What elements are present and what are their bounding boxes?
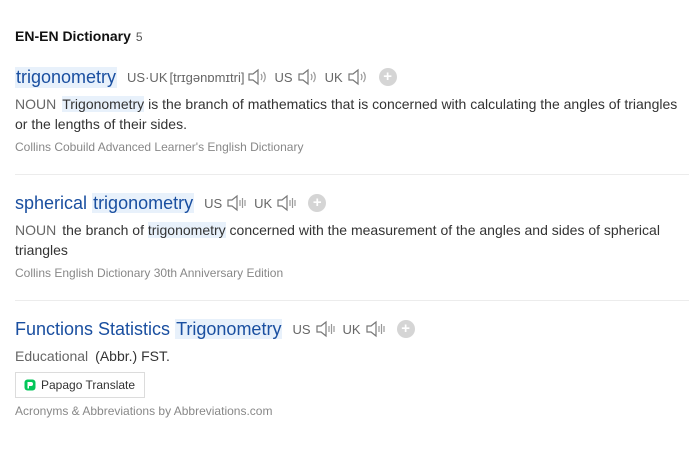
source-label: Collins Cobuild Advanced Learner's Engli… <box>15 140 304 154</box>
headword-highlight: Trigonometry <box>175 318 283 339</box>
definition: NOUN the branch of trigonometry concerned… <box>15 220 687 260</box>
pron-uk-label: UK <box>254 195 273 211</box>
part-of-speech: NOUN <box>15 222 57 238</box>
speaker-icon[interactable] <box>347 68 369 86</box>
entry-head: Functions Statistics Trigonometry US UK … <box>15 317 689 341</box>
speaker-icon[interactable] <box>365 320 387 338</box>
divider <box>15 300 689 301</box>
headword-prefix: Functions Statistics <box>15 318 171 339</box>
papago-translate-label: Papago Translate <box>41 378 136 392</box>
pron-uk-label: UK <box>342 321 361 337</box>
pronunciation: US UK + <box>292 320 415 338</box>
category-row: Educational (Abbr.) FST. <box>15 348 689 364</box>
speaker-icon[interactable] <box>226 194 248 212</box>
entry-functions-statistics-trigonometry: Functions Statistics Trigonometry US UK … <box>15 317 689 418</box>
source-label: Acronyms & Abbreviations by Abbreviation… <box>15 404 273 418</box>
category-label: Educational <box>15 348 89 364</box>
headword-link[interactable]: spherical trigonometry <box>15 192 195 214</box>
pron-us-uk-label: US·UK <box>127 69 168 85</box>
part-of-speech: NOUN <box>15 96 57 112</box>
pron-uk-label: UK <box>324 69 343 85</box>
pron-us-label: US <box>292 321 311 337</box>
pron-ipa: [trɪɡənɒmɪtri] <box>169 69 245 85</box>
plus-icon[interactable]: + <box>378 68 397 86</box>
entry-head: trigonometry US·UK [trɪɡənɒmɪtri] US UK … <box>15 65 689 89</box>
definition-highlight: trigonometry <box>147 222 226 238</box>
abbreviation-text: (Abbr.) FST. <box>95 348 170 364</box>
pron-us-label: US <box>204 195 223 211</box>
divider <box>15 174 689 175</box>
definition: NOUN Trigonometry is the branch of mathem… <box>15 94 687 134</box>
pron-us-label: US <box>274 69 293 85</box>
section-title: EN-EN Dictionary <box>15 28 131 44</box>
plus-icon[interactable]: + <box>308 194 327 212</box>
headword-link[interactable]: trigonometry <box>15 66 118 88</box>
entry-spherical-trigonometry: spherical trigonometry US UK + NOUN the b… <box>15 191 689 280</box>
section-header: EN-EN Dictionary 5 <box>15 28 143 44</box>
speaker-icon[interactable] <box>247 68 269 86</box>
speaker-icon[interactable] <box>276 194 298 212</box>
papago-icon <box>24 379 36 391</box>
plus-icon[interactable]: + <box>396 320 415 338</box>
headword-highlight: trigonometry <box>92 192 195 213</box>
definition-highlight: Trigonometry <box>62 96 145 112</box>
entry-head: spherical trigonometry US UK + <box>15 191 689 215</box>
speaker-icon[interactable] <box>315 320 337 338</box>
pronunciation: US UK + <box>204 194 327 212</box>
headword-link[interactable]: Functions Statistics Trigonometry <box>15 318 283 340</box>
section-count: 5 <box>135 30 143 44</box>
papago-translate-button[interactable]: Papago Translate <box>15 372 146 398</box>
headword-prefix: spherical <box>15 192 88 213</box>
pronunciation: US·UK [trɪɡənɒmɪtri] US UK + <box>127 68 397 86</box>
definition-text-pre: the branch of <box>62 222 148 238</box>
source-label: Collins English Dictionary 30th Annivers… <box>15 266 284 280</box>
entry-trigonometry: trigonometry US·UK [trɪɡənɒmɪtri] US UK … <box>15 65 689 154</box>
speaker-icon[interactable] <box>297 68 319 86</box>
